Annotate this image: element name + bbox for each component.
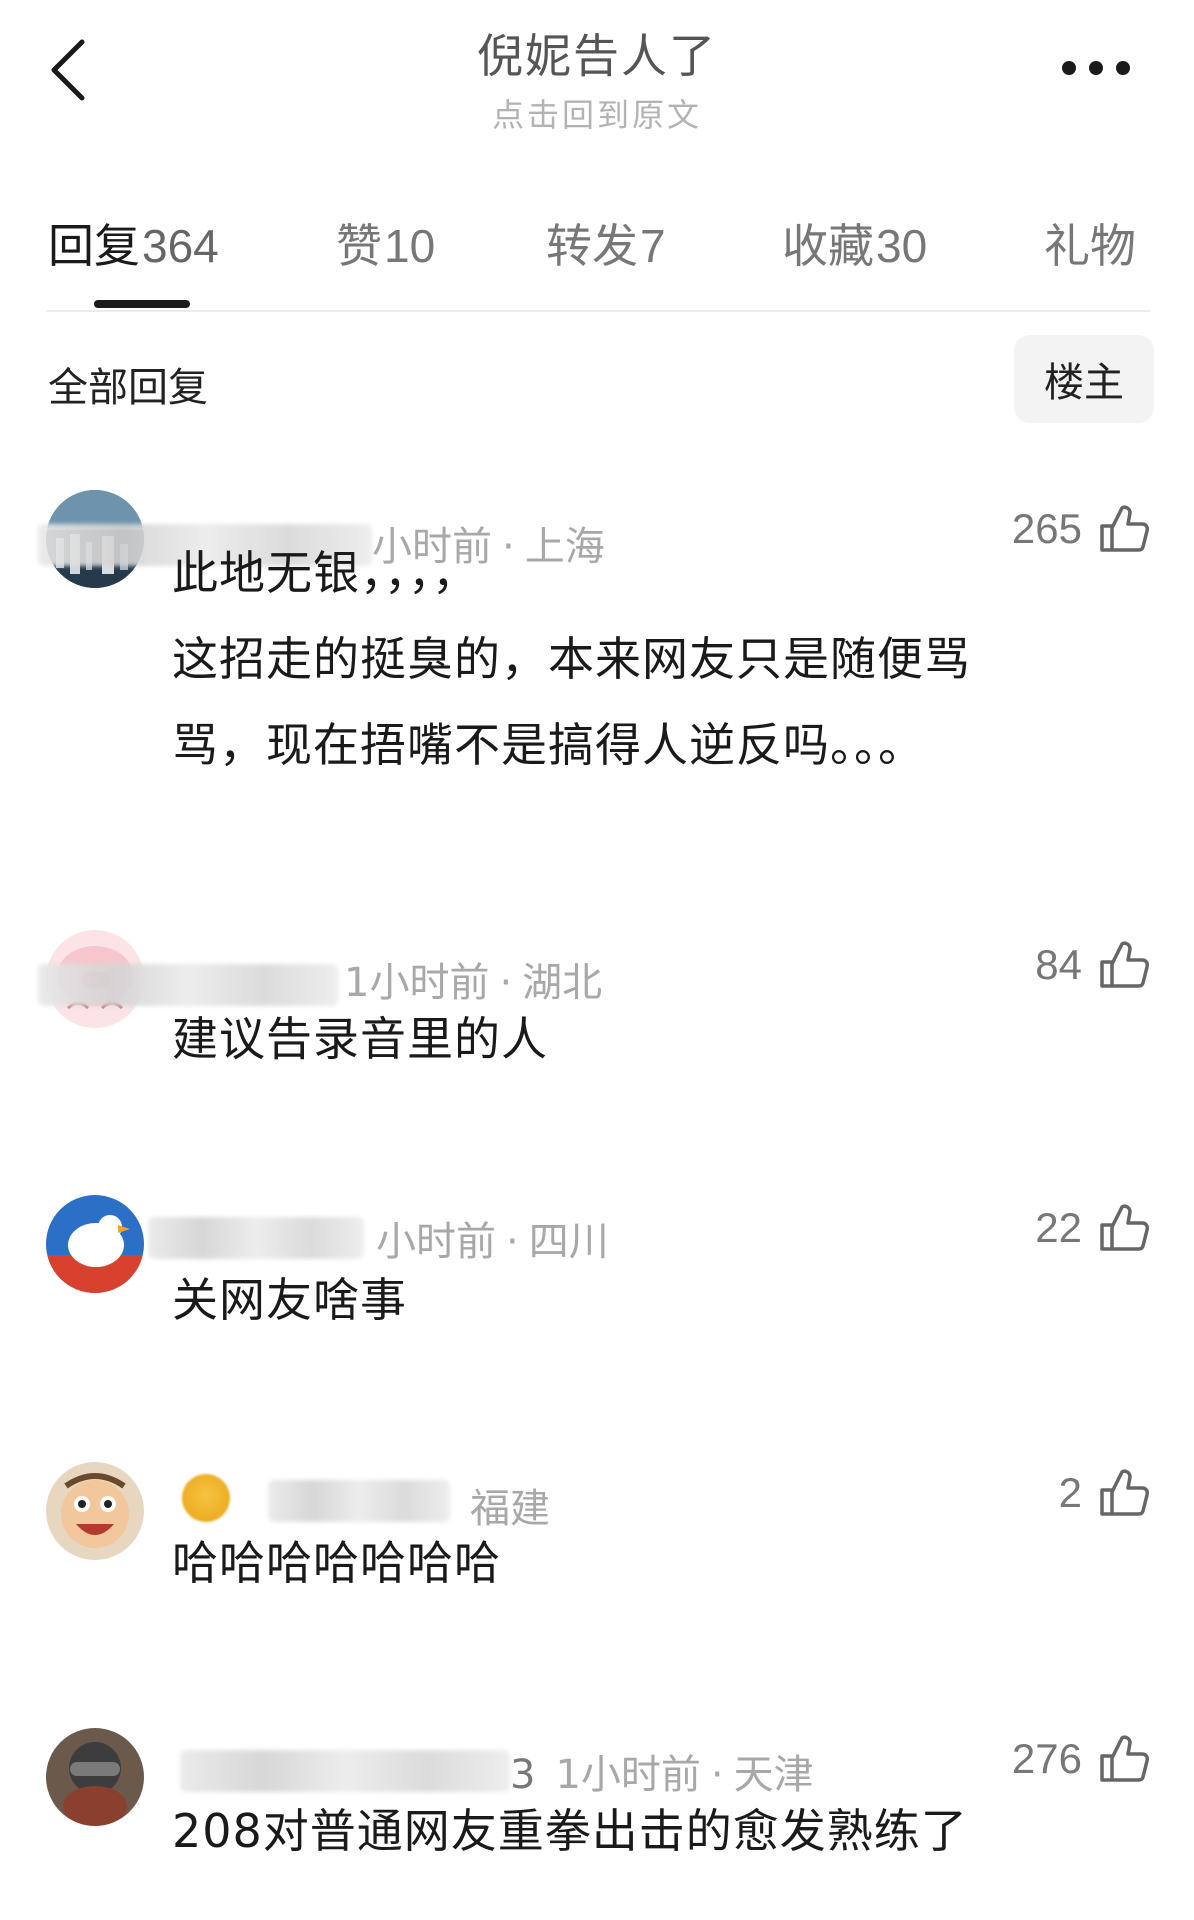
avatar[interactable]: [46, 1195, 144, 1293]
tab-count: 364: [142, 220, 219, 272]
owner-filter-button[interactable]: 楼主: [1014, 335, 1154, 423]
avatar[interactable]: [46, 1728, 144, 1826]
comment-text: 此地无银，，，， 这招走的挺臭的，本来网友只是随便骂 骂，现在捂嘴不是搞得人逆反…: [172, 546, 971, 772]
thumbs-up-icon: [1100, 941, 1149, 988]
tab-count: 7: [640, 220, 666, 272]
page-title: 倪妮告人了: [477, 29, 717, 83]
divider: [46, 310, 1150, 312]
more-dot: [1116, 61, 1130, 75]
more-button[interactable]: [1062, 58, 1130, 78]
like-count: 22: [1035, 1204, 1082, 1251]
like-count: 2: [1058, 1469, 1082, 1516]
tab-replies[interactable]: 回复364: [48, 210, 219, 276]
comment-text: 关网友啥事: [172, 1273, 407, 1327]
avatar-image: [46, 1462, 144, 1560]
tab-reposts[interactable]: 转发7: [546, 210, 666, 276]
tab-gifts[interactable]: 礼物: [1044, 210, 1136, 276]
back-to-original-link[interactable]: 点击回到原文: [0, 90, 1194, 136]
thumbs-up-icon: [1100, 1469, 1149, 1516]
comment-text: 建议告录音里的人: [172, 1012, 548, 1066]
like-button[interactable]: 276: [1012, 1732, 1150, 1786]
tab-count: 30: [876, 220, 928, 272]
filter-row: 全部回复 楼主: [0, 335, 1194, 425]
thumbs-up-icon: [1100, 1735, 1149, 1782]
like-button[interactable]: 84: [1035, 938, 1150, 992]
avatar-image: [46, 1728, 144, 1826]
blurred-username[interactable]: [148, 1217, 364, 1259]
tab-label: 回复: [48, 219, 140, 273]
more-dots-icon: [1062, 61, 1076, 75]
like-button[interactable]: 2: [1059, 1466, 1150, 1520]
tab-label: 收藏: [782, 219, 874, 273]
tab-favorites[interactable]: 收藏30: [782, 210, 927, 276]
comment-text: 哈哈哈哈哈哈哈: [172, 1536, 501, 1590]
blurred-username[interactable]: [180, 1750, 510, 1792]
like-button[interactable]: 22: [1035, 1201, 1150, 1255]
like-count: 276: [1011, 1735, 1082, 1782]
tab-label: 转发: [546, 219, 638, 273]
tab-label: 礼物: [1044, 219, 1136, 273]
avatar-image: [46, 1195, 144, 1293]
tab-count: 10: [384, 220, 436, 272]
thumbs-up-icon: [1100, 1204, 1149, 1251]
avatar[interactable]: [46, 1462, 144, 1560]
tab-likes[interactable]: 赞10: [336, 210, 435, 276]
tab-label: 赞: [336, 219, 382, 273]
header-bar: 倪妮告人了 点击回到原文: [0, 0, 1194, 150]
comments-page: 倪妮告人了 点击回到原文 回复364 赞10 转发7 收藏30 礼物 全部回复 …: [0, 0, 1194, 1920]
comment-text: 208对普通网友重拳出击的愈发熟练了: [172, 1804, 968, 1858]
like-count: 84: [1035, 941, 1082, 988]
tab-bar: 回复364 赞10 转发7 收藏30 礼物: [0, 210, 1194, 310]
member-badge: [182, 1474, 230, 1522]
blurred-username[interactable]: [268, 1480, 450, 1522]
more-dot: [1089, 61, 1103, 75]
active-tab-indicator: [94, 300, 190, 308]
all-replies-label: 全部回复: [48, 365, 208, 411]
